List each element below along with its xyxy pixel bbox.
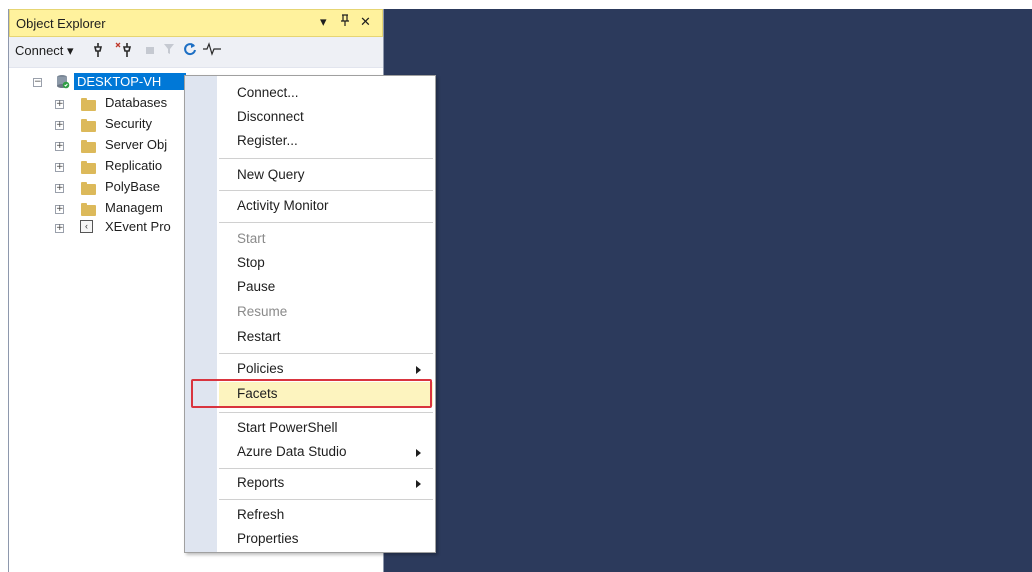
tree-node-label: Server Obj xyxy=(105,137,168,152)
folder-icon xyxy=(81,98,96,111)
menu-item-start-powershell[interactable]: Start PowerShell xyxy=(219,416,433,440)
xevent-profiler-icon: ‹ xyxy=(80,220,93,233)
menu-item-label: Policies xyxy=(237,361,284,376)
object-explorer-toolbar: Connect ▾ xyxy=(9,37,383,68)
tree-node-label: XEvent Pro xyxy=(105,219,171,234)
menu-item-pause[interactable]: Pause xyxy=(219,275,433,299)
menu-separator xyxy=(219,222,433,223)
document-area xyxy=(384,9,1032,572)
submenu-arrow-icon xyxy=(416,480,421,488)
menu-item-activity-monitor[interactable]: Activity Monitor xyxy=(219,194,433,218)
folder-icon xyxy=(81,119,96,132)
stop-icon[interactable] xyxy=(145,42,155,58)
menu-item-refresh[interactable]: Refresh xyxy=(219,503,433,527)
menu-item-label: Reports xyxy=(237,475,285,490)
submenu-arrow-icon xyxy=(416,449,421,457)
expand-icon[interactable]: + xyxy=(55,205,64,214)
close-icon[interactable]: ✕ xyxy=(360,14,371,30)
menu-item-start: Start xyxy=(237,231,266,246)
facets-highlight-box xyxy=(191,379,432,408)
menu-icon-gutter xyxy=(185,76,217,552)
folder-icon xyxy=(81,182,96,195)
refresh-icon[interactable] xyxy=(183,42,197,59)
tree-node-label: Replicatio xyxy=(105,158,163,173)
menu-item-reports[interactable]: Reports xyxy=(219,471,433,495)
submenu-arrow-icon xyxy=(416,366,421,374)
object-explorer-title-bar: Object Explorer ▾ ✕ xyxy=(9,9,383,37)
menu-separator xyxy=(219,499,433,500)
menu-item-resume: Resume xyxy=(237,304,288,319)
server-collapse-expander[interactable]: − xyxy=(33,78,42,87)
connect-dropdown-button[interactable]: Connect ▾ xyxy=(15,43,74,59)
server-node-label[interactable]: DESKTOP-VH xyxy=(74,73,186,90)
connect-icon[interactable] xyxy=(91,42,105,61)
tree-node-label: Databases xyxy=(105,95,168,110)
disconnect-icon[interactable] xyxy=(115,42,135,61)
menu-separator xyxy=(219,190,433,191)
menu-item-connect[interactable]: Connect... xyxy=(219,81,433,105)
pin-icon[interactable] xyxy=(340,14,350,30)
folder-icon xyxy=(81,140,96,153)
window-position-dropdown-icon[interactable]: ▾ xyxy=(320,14,327,30)
activity-monitor-icon[interactable] xyxy=(203,42,221,59)
menu-item-restart[interactable]: Restart xyxy=(219,325,433,349)
menu-separator xyxy=(219,353,433,354)
expand-icon[interactable]: + xyxy=(55,100,64,109)
menu-item-new-query[interactable]: New Query xyxy=(219,163,433,187)
expand-icon[interactable]: + xyxy=(55,184,64,193)
tree-node-label: Security xyxy=(105,116,152,131)
folder-icon xyxy=(81,203,96,216)
menu-item-label: Azure Data Studio xyxy=(237,444,347,459)
folder-icon xyxy=(81,161,96,174)
filter-icon[interactable] xyxy=(163,42,175,59)
menu-separator xyxy=(219,158,433,159)
expand-icon[interactable]: + xyxy=(55,163,64,172)
menu-item-register[interactable]: Register... xyxy=(219,129,433,153)
menu-item-properties[interactable]: Properties xyxy=(219,527,433,551)
tree-node-label: PolyBase xyxy=(105,179,160,194)
menu-item-disconnect[interactable]: Disconnect xyxy=(219,105,433,129)
menu-item-azure-data-studio[interactable]: Azure Data Studio xyxy=(219,440,433,464)
expand-icon[interactable]: + xyxy=(55,224,64,233)
panel-title: Object Explorer xyxy=(16,16,106,31)
server-icon xyxy=(56,74,70,89)
menu-item-policies[interactable]: Policies xyxy=(219,357,433,381)
menu-separator xyxy=(219,412,433,413)
menu-item-stop[interactable]: Stop xyxy=(219,251,433,275)
server-context-menu: Connect... Disconnect Register... New Qu… xyxy=(184,75,436,553)
expand-icon[interactable]: + xyxy=(55,121,64,130)
expand-icon[interactable]: + xyxy=(55,142,64,151)
tree-node-label: Managem xyxy=(105,200,163,215)
menu-separator xyxy=(219,468,433,469)
